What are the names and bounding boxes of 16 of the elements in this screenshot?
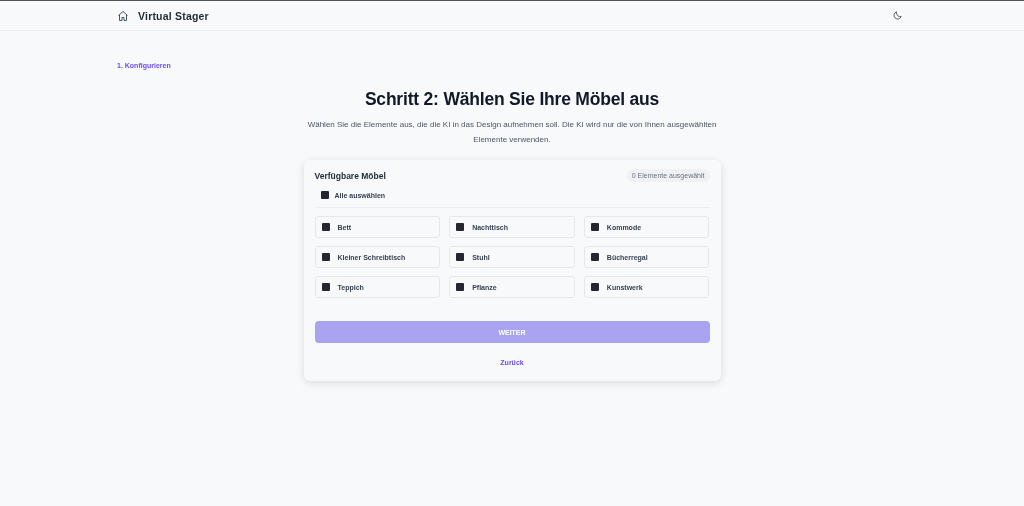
moon-icon[interactable] <box>892 10 903 21</box>
checkbox[interactable] <box>321 283 330 291</box>
checkbox[interactable] <box>590 283 599 291</box>
checkbox[interactable] <box>590 223 599 231</box>
app-title: Virtual Stager <box>138 9 209 22</box>
description: Wählen Sie die Elemente aus, die die KI in das Design aufnehmen soll. Die KI wird nur die von Ihnen ausgewählten Elemente verwenden. <box>306 119 718 146</box>
checkbox[interactable] <box>590 253 599 261</box>
home-icon[interactable] <box>117 9 129 22</box>
page-heading: Schritt 2: Wählen Sie Ihre Möbel aus <box>364 89 660 110</box>
checkbox[interactable] <box>456 223 465 231</box>
checkbox[interactable] <box>320 191 329 199</box>
checkbox[interactable] <box>456 283 465 291</box>
card-title: Verfügbare Möbel <box>314 170 386 181</box>
checkbox[interactable] <box>456 253 465 261</box>
checkbox[interactable] <box>321 223 330 231</box>
checkbox[interactable] <box>321 253 330 261</box>
